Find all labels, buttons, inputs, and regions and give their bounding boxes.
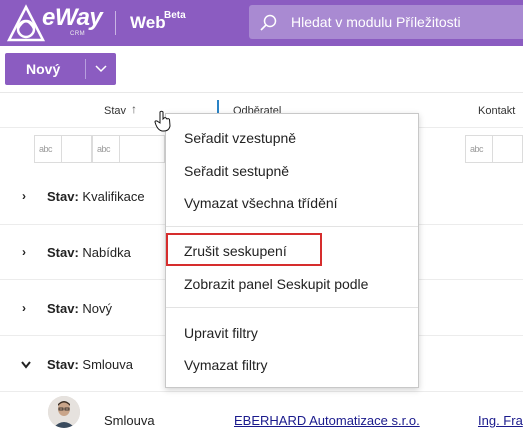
text-filter-icon[interactable]: abc [92, 135, 120, 163]
chevron-right-icon[interactable]: › [22, 301, 26, 315]
logo-subtitle: CRM [70, 31, 86, 37]
person-avatar-icon [48, 396, 80, 428]
row-divider [0, 391, 523, 392]
logo-text: eWay [42, 4, 103, 31]
column-context-menu: Seřadit vzestupně Seřadit sestupně Vymaz… [165, 113, 419, 388]
menu-separator [166, 226, 418, 227]
menu-item-clear-sorting[interactable]: Vymazat všechna třídění [184, 195, 338, 211]
menu-item-edit-filters[interactable]: Upravit filtry [184, 325, 258, 341]
chevron-right-icon[interactable]: › [22, 189, 26, 203]
cell-stav: Smlouva [104, 413, 155, 428]
menu-item-clear-filters[interactable]: Vymazat filtry [184, 357, 268, 373]
logo-icon [6, 4, 46, 42]
header-divider [115, 11, 116, 35]
beta-badge: Beta [164, 10, 186, 21]
toolbar-divider [0, 92, 523, 93]
menu-item-show-group-panel[interactable]: Zobrazit panel Seskupit podle [184, 276, 368, 292]
filter-input[interactable] [493, 135, 523, 163]
chevron-down-icon[interactable] [94, 62, 108, 76]
sort-ascending-icon: ↑ [131, 102, 137, 116]
new-button[interactable]: Nový [5, 53, 116, 85]
new-button-label: Nový [26, 61, 61, 77]
menu-separator [166, 307, 418, 308]
text-filter-icon[interactable]: abc [465, 135, 493, 163]
filter-input[interactable] [120, 135, 165, 163]
product-name: Web [130, 13, 166, 32]
chevron-right-icon[interactable]: › [22, 245, 26, 259]
filter-input[interactable] [62, 135, 92, 163]
avatar [48, 396, 80, 428]
menu-item-sort-ascending[interactable]: Seřadit vzestupně [184, 130, 296, 146]
search-box[interactable] [249, 5, 523, 39]
new-button-separator [85, 59, 86, 79]
cell-odberatel-link[interactable]: EBERHARD Automatizace s.r.o. [234, 413, 420, 428]
chevron-down-icon[interactable] [20, 360, 32, 370]
menu-item-sort-descending[interactable]: Seřadit sestupně [184, 163, 289, 179]
cell-kontakt-link[interactable]: Ing. Fra [478, 413, 523, 428]
hand-cursor-icon [154, 110, 171, 132]
top-bar: eWay CRM Web Beta [0, 0, 523, 46]
text-filter-icon[interactable]: abc [34, 135, 62, 163]
menu-item-cancel-grouping[interactable]: Zrušit seskupení [184, 243, 287, 259]
column-header-kontakt[interactable]: Kontakt [478, 105, 515, 117]
search-input[interactable] [291, 5, 523, 39]
column-header-stav[interactable]: Stav [104, 105, 126, 117]
search-icon [260, 14, 277, 31]
